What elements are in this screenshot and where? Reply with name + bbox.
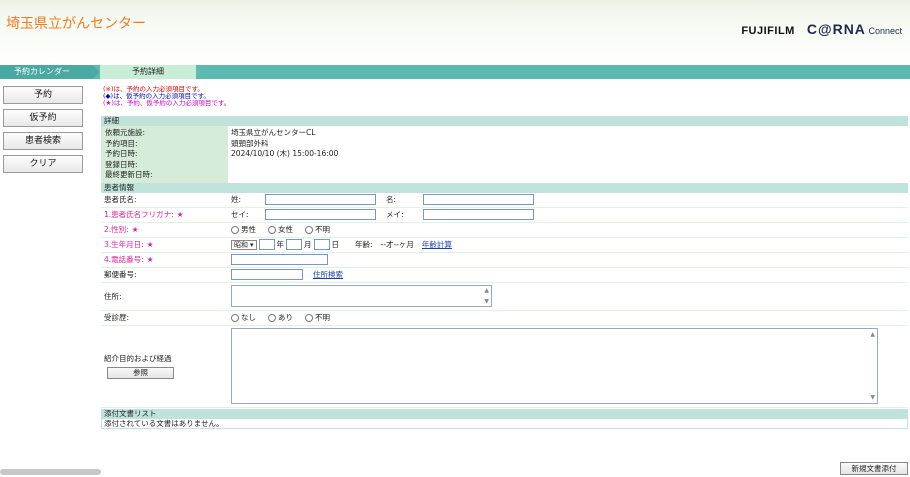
scroll-down-icon: ▼ bbox=[870, 394, 875, 402]
year-suffix: 年 bbox=[276, 240, 285, 250]
details-heading: 詳細 bbox=[101, 116, 908, 126]
scroll-up-icon: ▲ bbox=[484, 287, 489, 295]
gender-female-radio[interactable]: 女性 bbox=[268, 224, 293, 235]
fujifilm-logo: FUJIFILM bbox=[741, 25, 795, 37]
row-address: 住所: ▲ ▼ bbox=[101, 282, 908, 311]
radio-icon bbox=[305, 225, 313, 234]
row-gender: 2.性別: ★ 男性 女性 不明 bbox=[101, 222, 908, 238]
visit-history-label: 受診歴: bbox=[101, 310, 227, 325]
row-visit-history: 受診歴: なし あり 不明 bbox=[101, 310, 908, 326]
dob-year-input[interactable] bbox=[258, 239, 275, 251]
note-both-required: (★)は、予約、仮予約の入力必須項目です。 bbox=[103, 99, 231, 107]
mei-input[interactable] bbox=[423, 194, 534, 206]
visit-none-radio[interactable]: なし bbox=[231, 312, 256, 323]
row-patient-name: 患者氏名: 姓: 名: bbox=[101, 192, 908, 208]
note-reserve-required: (※)は、予約の入力必須項目です。 bbox=[103, 85, 204, 93]
radio-icon bbox=[305, 313, 313, 322]
address-label: 住所: bbox=[101, 282, 227, 310]
gender-unknown-radio[interactable]: 不明 bbox=[305, 224, 330, 235]
scroll-down-icon: ▼ bbox=[484, 298, 489, 306]
breadcrumb-calendar[interactable]: 予約カレンダー bbox=[0, 65, 92, 79]
value-item: 頭頸部外科 bbox=[231, 138, 269, 148]
label-updated: 最終更新日時: bbox=[105, 170, 153, 180]
gender-label: 2.性別: bbox=[104, 225, 129, 235]
reserve-button[interactable]: 予約 bbox=[3, 86, 83, 104]
sei-input[interactable] bbox=[265, 194, 376, 206]
value-registered bbox=[231, 160, 905, 171]
day-suffix: 日 bbox=[331, 240, 340, 250]
referral-label: 紹介目的および経過 bbox=[104, 354, 172, 364]
patient-heading: 患者情報 bbox=[101, 182, 908, 193]
phone-label: 4.電話番号: bbox=[104, 255, 144, 265]
radio-icon bbox=[268, 313, 276, 322]
label-item: 予約項目: bbox=[105, 138, 138, 148]
value-updated bbox=[231, 170, 905, 181]
attachments-heading: 添付文書リスト bbox=[101, 408, 908, 419]
temp-reserve-button[interactable]: 仮予約 bbox=[3, 109, 83, 127]
carna-connect-logo: C@RNA Connect bbox=[806, 21, 902, 37]
reference-button[interactable]: 参照 bbox=[107, 367, 174, 380]
age-value: --才--ヶ月 bbox=[380, 240, 414, 250]
horizontal-scrollbar[interactable] bbox=[0, 469, 101, 475]
kana-sei-label: セイ: bbox=[231, 210, 249, 220]
phone-input[interactable] bbox=[231, 254, 328, 266]
scroll-up-icon: ▲ bbox=[870, 331, 875, 339]
breadcrumb-arrow-icon bbox=[92, 65, 100, 79]
radio-icon bbox=[268, 225, 276, 234]
breadcrumb: 予約カレンダー 予約詳細 bbox=[0, 65, 910, 79]
app-header: 埼玉県立がんセンター FUJIFILM C@RNA Connect bbox=[0, 0, 910, 62]
radio-icon bbox=[231, 225, 239, 234]
row-referral: 紹介目的および経過 参照 ▲ ▼ bbox=[101, 325, 908, 408]
row-kana: 1.患者氏名フリガナ: ★ セイ: メイ: bbox=[101, 207, 908, 223]
radio-icon bbox=[231, 313, 239, 322]
dob-required-icon: ★ bbox=[146, 240, 154, 250]
kana-sei-input[interactable] bbox=[265, 209, 376, 221]
breadcrumb-detail: 予約詳細 bbox=[100, 65, 196, 79]
gender-male-radio[interactable]: 男性 bbox=[231, 224, 256, 235]
age-label: 年齢: bbox=[355, 240, 373, 250]
phone-required-icon: ★ bbox=[146, 255, 154, 265]
postal-label: 郵便番号: bbox=[101, 267, 227, 282]
gender-required-icon: ★ bbox=[131, 225, 139, 235]
postal-input[interactable] bbox=[231, 269, 303, 281]
brand-logo: FUJIFILM C@RNA Connect bbox=[741, 21, 902, 37]
dob-label: 3.生年月日: bbox=[104, 240, 144, 250]
age-calc-link[interactable]: 年齢計算 bbox=[422, 239, 452, 250]
kana-label: 1.患者氏名フリガナ: bbox=[104, 210, 174, 220]
address-textarea[interactable]: ▲ ▼ bbox=[231, 285, 492, 308]
details-section: 依頼元施設: 予約項目: 予約日時: 登録日時: 最終更新日時: 埼玉県立がんセ… bbox=[101, 126, 908, 183]
address-search-link[interactable]: 住所検索 bbox=[313, 269, 343, 280]
required-notes: (※)は、予約の入力必須項目です。 (◆)は、仮予約の入力必須項目です。 (★)… bbox=[101, 86, 908, 116]
row-dob: 3.生年月日: ★ 昭和 ▾ 年 月 日 年齢: --才--ヶ月 年齢計算 bbox=[101, 237, 908, 253]
label-facility: 依頼元施設: bbox=[105, 128, 146, 137]
kana-mei-label: メイ: bbox=[386, 210, 404, 220]
attachments-empty-text: 添付されている文書はありません。 bbox=[101, 418, 908, 429]
era-select[interactable]: 昭和 ▾ bbox=[231, 239, 257, 250]
referral-textarea[interactable]: ▲ ▼ bbox=[231, 328, 878, 405]
chevron-down-icon: ▾ bbox=[250, 240, 254, 249]
sei-label: 姓: bbox=[231, 195, 242, 205]
patient-name-label: 患者氏名: bbox=[101, 192, 227, 207]
month-suffix: 月 bbox=[304, 240, 312, 250]
main-content: (※)は、予約の入力必須項目です。 (◆)は、仮予約の入力必須項目です。 (★)… bbox=[101, 86, 908, 429]
label-datetime: 予約日時: bbox=[105, 149, 138, 159]
value-datetime: 2024/10/10 (木) 15:00-16:00 bbox=[231, 149, 339, 159]
patient-search-button[interactable]: 患者検索 bbox=[3, 132, 83, 150]
value-facility: 埼玉県立がんセンターCL bbox=[231, 128, 316, 137]
dob-month-input[interactable] bbox=[286, 239, 303, 251]
visit-yes-radio[interactable]: あり bbox=[268, 312, 293, 323]
row-postal: 郵便番号: 住所検索 bbox=[101, 267, 908, 283]
mei-label: 名: bbox=[386, 195, 397, 205]
visit-unknown-radio[interactable]: 不明 bbox=[305, 312, 330, 323]
sidebar: 予約 仮予約 患者検索 クリア bbox=[3, 86, 83, 178]
row-phone: 4.電話番号: ★ bbox=[101, 252, 908, 268]
dob-day-input[interactable] bbox=[313, 239, 330, 251]
kana-mei-input[interactable] bbox=[423, 209, 534, 221]
label-registered: 登録日時: bbox=[105, 159, 138, 169]
kana-required-icon: ★ bbox=[176, 210, 184, 220]
hospital-title: 埼玉県立がんセンター bbox=[6, 16, 146, 32]
new-document-button[interactable]: 新規文書添付 bbox=[840, 462, 908, 475]
clear-button[interactable]: クリア bbox=[3, 155, 83, 173]
